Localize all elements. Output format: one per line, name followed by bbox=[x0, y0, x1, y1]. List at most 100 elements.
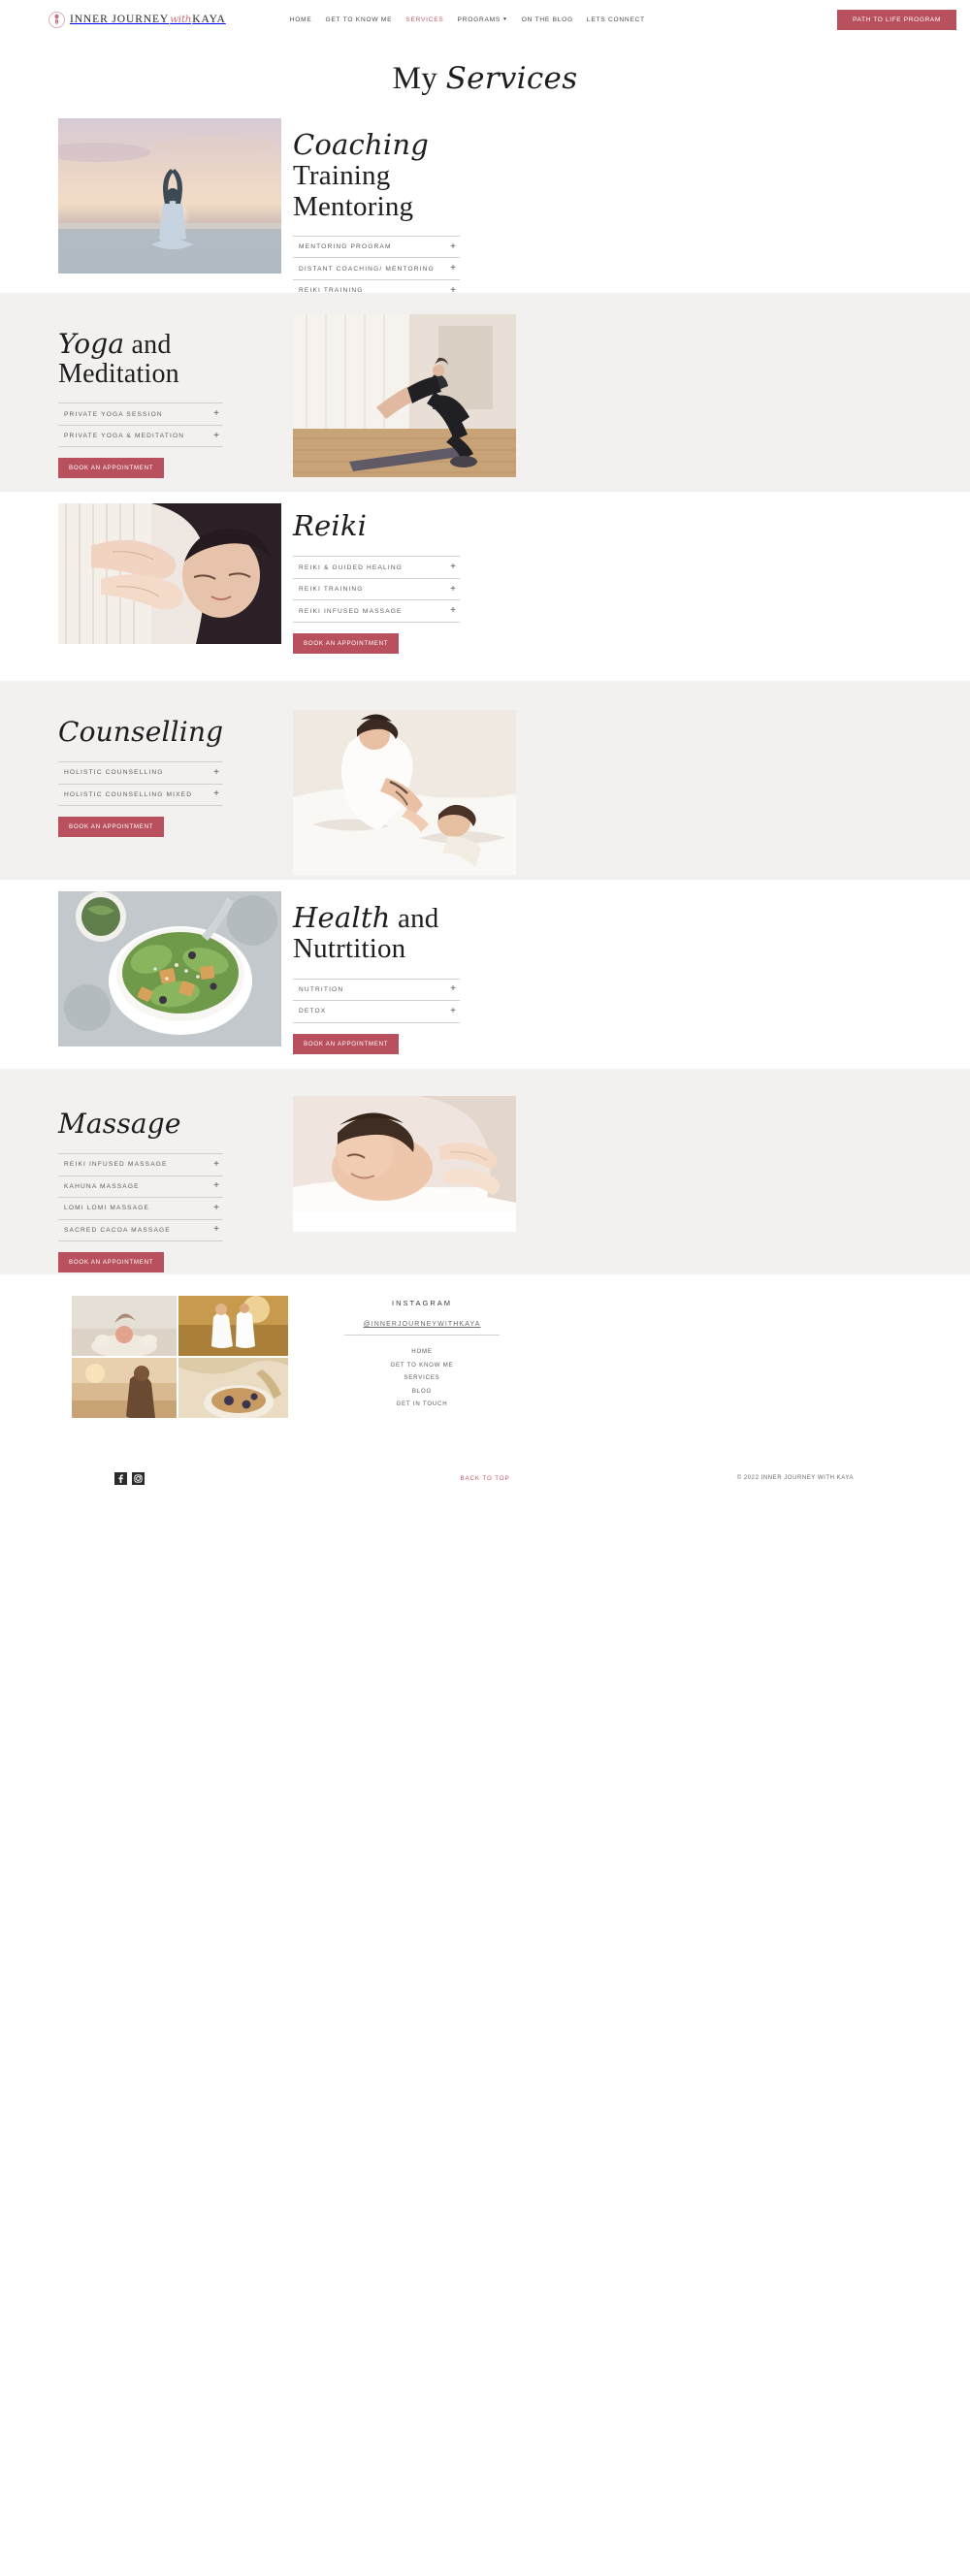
section-reiki: Reiki REIKI & GUIDED HEALING + REIKI TRAI… bbox=[0, 492, 970, 681]
logo-mark-icon bbox=[48, 11, 65, 28]
section-counselling: Counselling HOLISTIC COUNSELLING + HOLIST… bbox=[0, 681, 970, 880]
plus-icon[interactable]: + bbox=[213, 1203, 219, 1213]
massage-content: Massage REIKI INFUSED MASSAGE + KAHUNA MA… bbox=[58, 1108, 223, 1273]
accordion-item[interactable]: PRIVATE YOGA SESSION + bbox=[58, 403, 223, 426]
nav-item-home[interactable]: HOME bbox=[290, 16, 312, 23]
footer-link-services[interactable]: SERVICES bbox=[344, 1374, 500, 1381]
health-accordion: NUTRITION + DETOX + bbox=[293, 978, 460, 1023]
accordion-label: HOLISTIC COUNSELLING bbox=[64, 769, 164, 777]
plus-icon[interactable]: + bbox=[450, 264, 456, 274]
back-to-top-link[interactable]: BACK TO TOP bbox=[0, 1475, 970, 1482]
reiki-photo bbox=[58, 503, 281, 644]
footer-link-get-to-know-me[interactable]: GET TO KNOW ME bbox=[344, 1362, 500, 1368]
nav-item-programs[interactable]: PROGRAMS ▼ bbox=[458, 16, 508, 23]
main-navigation: HOME GET TO KNOW ME SERVICES PROGRAMS ▼ O… bbox=[290, 16, 645, 23]
massage-heading: Massage bbox=[58, 1108, 223, 1140]
massage-heading-italic: Massage bbox=[58, 1108, 181, 1140]
accordion-item[interactable]: DETOX + bbox=[293, 1001, 460, 1023]
accordion-item[interactable]: REIKI TRAINING + bbox=[293, 579, 460, 601]
brand-name: INNER JOURNEYwithKAYA bbox=[70, 14, 226, 25]
nav-item-programs-label: PROGRAMS bbox=[457, 16, 501, 23]
accordion-item[interactable]: REIKI INFUSED MASSAGE + bbox=[58, 1154, 223, 1176]
site-footer: INSTAGRAM @INNERJOURNEYWITHKAYA HOME GET… bbox=[0, 1274, 970, 1509]
accordion-label: PRIVATE YOGA & MEDITATION bbox=[64, 433, 185, 440]
plus-icon[interactable]: + bbox=[450, 606, 456, 616]
accordion-item[interactable]: SACRED CACOA MASSAGE + bbox=[58, 1220, 223, 1242]
plus-icon[interactable]: + bbox=[213, 409, 219, 419]
section-massage: Massage REIKI INFUSED MASSAGE + KAHUNA MA… bbox=[0, 1069, 970, 1274]
health-heading: Health and Nutrtition bbox=[293, 902, 460, 965]
footer-right-column: INSTAGRAM @INNERJOURNEYWITHKAYA HOME GET… bbox=[344, 1299, 500, 1407]
plus-icon[interactable]: + bbox=[213, 1159, 219, 1170]
book-appointment-button[interactable]: BOOK AN APPOINTMENT bbox=[293, 1033, 400, 1054]
page-title: My Services bbox=[393, 61, 578, 97]
instagram-tile[interactable] bbox=[72, 1358, 177, 1418]
accordion-item[interactable]: LOMI LOMI MASSAGE + bbox=[58, 1198, 223, 1220]
yoga-content: Yoga and Meditation PRIVATE YOGA SESSION… bbox=[58, 328, 223, 479]
book-appointment-button[interactable]: BOOK AN APPOINTMENT bbox=[58, 817, 165, 838]
coaching-heading-italic: Coaching bbox=[293, 128, 429, 161]
section-yoga: Yoga and Meditation PRIVATE YOGA SESSION… bbox=[0, 293, 970, 492]
plus-icon[interactable]: + bbox=[213, 767, 219, 778]
book-appointment-button[interactable]: BOOK AN APPOINTMENT bbox=[58, 1252, 165, 1273]
accordion-item[interactable]: REIKI INFUSED MASSAGE + bbox=[293, 600, 460, 623]
accordion-label: SACRED CACOA MASSAGE bbox=[64, 1226, 171, 1234]
page-title-plain: My bbox=[392, 60, 446, 96]
brand-post: KAYA bbox=[192, 14, 226, 25]
accordion-item[interactable]: DISTANT COACHING/ MENTORING + bbox=[293, 258, 460, 280]
plus-icon[interactable]: + bbox=[450, 563, 456, 572]
yoga-accordion: PRIVATE YOGA SESSION + PRIVATE YOGA & MED… bbox=[58, 402, 223, 448]
brand-logo[interactable]: INNER JOURNEYwithKAYA bbox=[48, 11, 226, 28]
accordion-label: DISTANT COACHING/ MENTORING bbox=[299, 265, 435, 273]
nav-item-get-to-know-me[interactable]: GET TO KNOW ME bbox=[326, 16, 393, 23]
counselling-heading: Counselling bbox=[58, 717, 223, 748]
plus-icon[interactable]: + bbox=[450, 242, 456, 252]
accordion-label: MENTORING PROGRAM bbox=[299, 243, 392, 251]
health-content: Health and Nutrtition NUTRITION + DETOX + … bbox=[293, 902, 460, 1054]
yoga-heading-italic: Yoga bbox=[58, 328, 125, 360]
path-to-life-program-button[interactable]: PATH TO LIFE PROGRAM bbox=[836, 9, 956, 30]
plus-icon[interactable]: + bbox=[213, 1225, 219, 1235]
coaching-photo bbox=[58, 118, 281, 274]
accordion-item[interactable]: KAHUNA MASSAGE + bbox=[58, 1176, 223, 1199]
health-photo bbox=[58, 891, 281, 1046]
accordion-item[interactable]: NUTRITION + bbox=[293, 980, 460, 1002]
plus-icon[interactable]: + bbox=[450, 584, 456, 595]
site-header: INNER JOURNEYwithKAYA HOME GET TO KNOW M… bbox=[0, 0, 970, 39]
instagram-tile[interactable] bbox=[178, 1296, 288, 1356]
accordion-item[interactable]: HOLISTIC COUNSELLING MIXED + bbox=[58, 785, 223, 807]
accordion-label: REIKI INFUSED MASSAGE bbox=[64, 1161, 168, 1169]
accordion-label: HOLISTIC COUNSELLING MIXED bbox=[64, 790, 193, 798]
accordion-label: KAHUNA MASSAGE bbox=[64, 1182, 140, 1190]
footer-navigation: HOME GET TO KNOW ME SERVICES BLOG GET IN… bbox=[344, 1348, 500, 1407]
nav-item-on-the-blog[interactable]: ON THE BLOG bbox=[522, 16, 573, 23]
accordion-label: REIKI & GUIDED HEALING bbox=[299, 564, 404, 571]
section-coaching: Coaching Training Mentoring MENTORING PR… bbox=[0, 118, 970, 334]
footer-link-home[interactable]: HOME bbox=[344, 1348, 500, 1355]
plus-icon[interactable]: + bbox=[450, 1006, 456, 1016]
book-appointment-button[interactable]: BOOK AN APPOINTMENT bbox=[293, 632, 400, 654]
instagram-handle[interactable]: @INNERJOURNEYWITHKAYA bbox=[344, 1321, 500, 1336]
book-appointment-button[interactable]: BOOK AN APPOINTMENT bbox=[58, 458, 165, 479]
plus-icon[interactable]: + bbox=[213, 431, 219, 441]
accordion-label: LOMI LOMI MASSAGE bbox=[64, 1205, 150, 1212]
counselling-accordion: HOLISTIC COUNSELLING + HOLISTIC COUNSELLI… bbox=[58, 761, 223, 807]
yoga-heading: Yoga and Meditation bbox=[58, 328, 223, 389]
footer-link-blog[interactable]: BLOG bbox=[344, 1388, 500, 1395]
page-title-container: My Services bbox=[0, 39, 970, 118]
plus-icon[interactable]: + bbox=[213, 1181, 219, 1191]
nav-item-services[interactable]: SERVICES bbox=[405, 16, 443, 23]
accordion-item[interactable]: MENTORING PROGRAM + bbox=[293, 237, 460, 259]
instagram-tile[interactable] bbox=[72, 1296, 177, 1356]
accordion-item[interactable]: REIKI & GUIDED HEALING + bbox=[293, 557, 460, 579]
plus-icon[interactable]: + bbox=[450, 984, 456, 994]
page-title-italic: Services bbox=[445, 60, 578, 96]
plus-icon[interactable]: + bbox=[213, 789, 219, 799]
accordion-item[interactable]: PRIVATE YOGA & MEDITATION + bbox=[58, 426, 223, 448]
accordion-item[interactable]: HOLISTIC COUNSELLING + bbox=[58, 762, 223, 785]
nav-item-lets-connect[interactable]: LETS CONNECT bbox=[587, 16, 645, 23]
footer-link-get-in-touch[interactable]: GET IN TOUCH bbox=[344, 1401, 500, 1407]
instagram-tile[interactable] bbox=[178, 1358, 288, 1418]
reiki-accordion: REIKI & GUIDED HEALING + REIKI TRAINING + … bbox=[293, 556, 460, 623]
accordion-label: NUTRITION bbox=[299, 985, 344, 993]
